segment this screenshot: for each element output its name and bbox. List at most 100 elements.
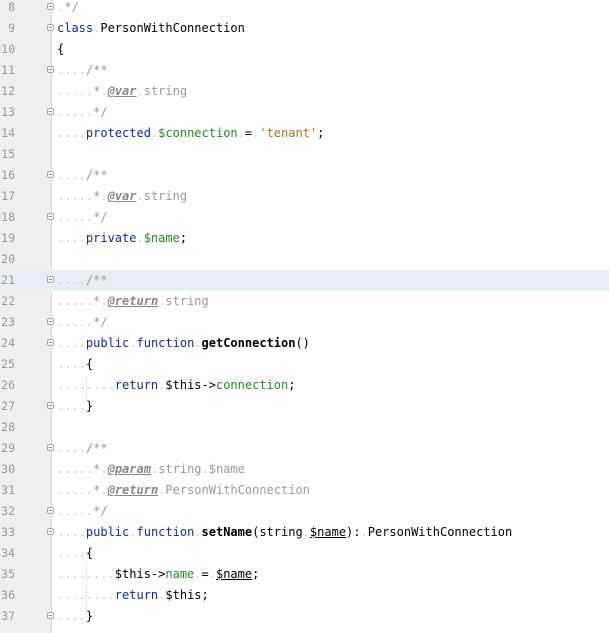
- code-text[interactable]: ........return.$this;: [57, 585, 209, 606]
- fold-toggle-icon[interactable]: [47, 444, 54, 451]
- code-text[interactable]: .....*.@return.PersonWithConnection: [57, 480, 310, 501]
- line-number: 14: [1, 126, 15, 140]
- fold-toggle-icon[interactable]: [47, 24, 54, 31]
- keyword-token: private: [85, 231, 137, 245]
- code-line[interactable]: 37....}: [0, 606, 609, 627]
- variable-token: $name: [143, 231, 180, 245]
- code-text[interactable]: ..../**: [57, 165, 108, 186]
- code-line[interactable]: 31 .....*.@return.PersonWithConnection: [0, 480, 609, 501]
- fold-toggle-icon[interactable]: [47, 612, 54, 619]
- code-text[interactable]: ....public.function.setName(string.$name…: [57, 522, 512, 543]
- code-text[interactable]: .....*.@var.string: [57, 81, 187, 102]
- code-line[interactable]: 18 .....*/: [0, 207, 609, 228]
- code-line[interactable]: 25 ....{: [0, 354, 609, 375]
- fold-toggle-icon[interactable]: [47, 171, 54, 178]
- line-number: 24: [1, 336, 15, 350]
- code-text[interactable]: .....*/: [57, 207, 108, 228]
- whitespace-marker: ....: [57, 525, 86, 539]
- code-line[interactable]: 8 .*/: [0, 0, 609, 18]
- code-text[interactable]: .....*.@param.string.$name: [57, 459, 245, 480]
- code-text[interactable]: ....{: [57, 354, 93, 375]
- code-line[interactable]: 15: [0, 144, 609, 165]
- doc-tag-token: @return: [107, 294, 159, 308]
- fold-toggle-icon[interactable]: [47, 507, 54, 514]
- code-line[interactable]: 29 ..../**: [0, 438, 609, 459]
- code-line[interactable]: 21 ..../**: [0, 270, 609, 291]
- code-line[interactable]: 35 ........$this->name.=.$name;: [0, 564, 609, 585]
- code-text[interactable]: ....protected.$connection.=.'tenant';: [57, 123, 324, 144]
- code-text[interactable]: ..../**: [57, 60, 108, 81]
- code-line[interactable]: 20: [0, 249, 609, 270]
- code-line[interactable]: 27....}: [0, 396, 609, 417]
- code-line[interactable]: 16 ..../**: [0, 165, 609, 186]
- code-line[interactable]: 11 ..../**: [0, 60, 609, 81]
- line-number: 15: [1, 147, 15, 161]
- whitespace-marker: .: [100, 294, 108, 308]
- fold-toggle-icon[interactable]: [47, 276, 54, 283]
- code-line[interactable]: 13 .....*/: [0, 102, 609, 123]
- code-text[interactable]: .....*/: [57, 312, 108, 333]
- code-text[interactable]: ....{: [57, 543, 93, 564]
- whitespace-marker: .: [129, 336, 137, 350]
- code-text[interactable]: .....*/: [57, 501, 108, 522]
- keyword-token: return: [114, 378, 159, 392]
- code-line[interactable]: 24 ....public.function.getConnection(): [0, 333, 609, 354]
- code-text[interactable]: class.PersonWithConnection: [57, 18, 245, 39]
- fold-toggle-icon[interactable]: [47, 3, 54, 10]
- doc-tag-token: @var: [107, 189, 137, 203]
- code-text[interactable]: .....*.@return.string: [57, 291, 209, 312]
- code-line[interactable]: 23 .....*/: [0, 312, 609, 333]
- code-line[interactable]: 26 ........return.$this->connection;: [0, 375, 609, 396]
- fold-toggle-icon[interactable]: [47, 108, 54, 115]
- code-line[interactable]: 30 .....*.@param.string.$name: [0, 459, 609, 480]
- code-line[interactable]: 34 ....{: [0, 543, 609, 564]
- code-line[interactable]: 19 ....private.$name;: [0, 228, 609, 249]
- code-token: }: [85, 609, 94, 623]
- whitespace-marker: .: [136, 189, 144, 203]
- fold-toggle-icon[interactable]: [47, 213, 54, 220]
- whitespace-marker: ....: [57, 336, 86, 350]
- code-line[interactable]: 28: [0, 417, 609, 438]
- code-text[interactable]: .....*/: [57, 102, 108, 123]
- code-text[interactable]: ..../**: [57, 438, 108, 459]
- code-editor[interactable]: 8 .*/9 class.PersonWithConnection 10{11....…: [0, 0, 609, 633]
- fold-toggle-icon[interactable]: [47, 339, 54, 346]
- code-line[interactable]: 32 .....*/: [0, 501, 609, 522]
- line-number: 29: [1, 441, 15, 455]
- code-line[interactable]: 36 ........return.$this;: [0, 585, 609, 606]
- code-text[interactable]: {: [57, 39, 64, 60]
- line-number: 36: [1, 588, 15, 602]
- code-line[interactable]: 14 ....protected.$connection.=.'tenant';: [0, 123, 609, 144]
- code-text[interactable]: .....*.@var.string: [57, 186, 187, 207]
- code-line[interactable]: 10 {: [0, 39, 609, 60]
- comment-token: string: [158, 462, 202, 476]
- code-text[interactable]: ....private.$name;: [57, 228, 187, 249]
- line-number: 28: [1, 420, 15, 434]
- fold-toggle-icon[interactable]: [47, 66, 54, 73]
- indent-guide: [86, 378, 87, 399]
- line-number: 23: [1, 315, 15, 329]
- doc-tag-token: @var: [107, 84, 137, 98]
- code-text[interactable]: ..../**: [57, 270, 108, 291]
- function-name-token: setName: [201, 525, 253, 539]
- code-text[interactable]: .*/: [57, 0, 79, 18]
- code-line[interactable]: 17 .....*.@var.string: [0, 186, 609, 207]
- keyword-token: protected: [85, 126, 151, 140]
- fold-toggle-icon[interactable]: [47, 402, 54, 409]
- code-text[interactable]: ....}: [57, 396, 93, 417]
- code-text[interactable]: ....}: [57, 606, 93, 627]
- code-text[interactable]: ........$this->name.=.$name;: [57, 564, 259, 585]
- code-line[interactable]: 22 .....*.@return.string: [0, 291, 609, 312]
- whitespace-marker: .....: [57, 189, 94, 203]
- parameter-token: $name: [215, 567, 253, 581]
- code-text[interactable]: ....public.function.getConnection(): [57, 333, 310, 354]
- code-line[interactable]: 12 .....*.@var.string: [0, 81, 609, 102]
- code-token: (string: [252, 525, 303, 539]
- comment-token: /**: [85, 273, 108, 287]
- code-line[interactable]: 9 class.PersonWithConnection: [0, 18, 609, 39]
- fold-toggle-icon[interactable]: [47, 528, 54, 535]
- code-line[interactable]: 33 ....public.function.setName(string.$na…: [0, 522, 609, 543]
- fold-toggle-icon[interactable]: [47, 318, 54, 325]
- whitespace-marker: .....: [57, 315, 94, 329]
- code-text[interactable]: ........return.$this->connection;: [57, 375, 295, 396]
